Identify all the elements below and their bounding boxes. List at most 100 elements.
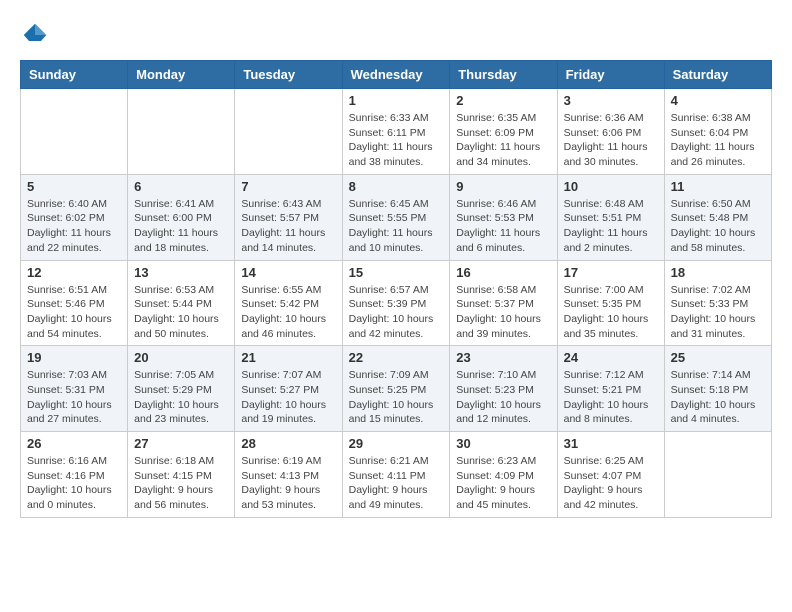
calendar-cell xyxy=(21,89,128,175)
day-info: Sunrise: 7:12 AM Sunset: 5:21 PM Dayligh… xyxy=(564,368,658,427)
day-info: Sunrise: 7:09 AM Sunset: 5:25 PM Dayligh… xyxy=(349,368,444,427)
day-number: 10 xyxy=(564,179,658,194)
day-number: 11 xyxy=(671,179,765,194)
day-info: Sunrise: 6:36 AM Sunset: 6:06 PM Dayligh… xyxy=(564,111,658,170)
calendar-cell: 7Sunrise: 6:43 AM Sunset: 5:57 PM Daylig… xyxy=(235,174,342,260)
calendar-week-row: 19Sunrise: 7:03 AM Sunset: 5:31 PM Dayli… xyxy=(21,346,772,432)
day-info: Sunrise: 6:58 AM Sunset: 5:37 PM Dayligh… xyxy=(456,283,550,342)
day-info: Sunrise: 7:02 AM Sunset: 5:33 PM Dayligh… xyxy=(671,283,765,342)
day-number: 20 xyxy=(134,350,228,365)
page-header xyxy=(20,20,772,50)
day-number: 13 xyxy=(134,265,228,280)
calendar-cell: 9Sunrise: 6:46 AM Sunset: 5:53 PM Daylig… xyxy=(450,174,557,260)
day-number: 9 xyxy=(456,179,550,194)
calendar-cell: 1 Sunrise: 6:33 AM Sunset: 6:11 PM Daylig… xyxy=(342,89,450,175)
calendar-header-row: SundayMondayTuesdayWednesdayThursdayFrid… xyxy=(21,61,772,89)
calendar-week-row: 12 Sunrise: 6:51 AM Sunset: 5:46 PM Dayli… xyxy=(21,260,772,346)
day-header-monday: Monday xyxy=(128,61,235,89)
day-number: 27 xyxy=(134,436,228,451)
calendar-cell: 29 Sunrise: 6:21 AM Sunset: 4:11 PM Dayli… xyxy=(342,432,450,518)
day-number: 19 xyxy=(27,350,121,365)
calendar-cell: 3 Sunrise: 6:36 AM Sunset: 6:06 PM Daylig… xyxy=(557,89,664,175)
day-info: Sunrise: 7:14 AM Sunset: 5:18 PM Dayligh… xyxy=(671,368,765,427)
calendar-cell: 12 Sunrise: 6:51 AM Sunset: 5:46 PM Dayli… xyxy=(21,260,128,346)
day-number: 28 xyxy=(241,436,335,451)
calendar-cell: 21 Sunrise: 7:07 AM Sunset: 5:27 PM Dayli… xyxy=(235,346,342,432)
calendar-cell: 11 Sunrise: 6:50 AM Sunset: 5:48 PM Dayli… xyxy=(664,174,771,260)
day-info: Sunrise: 6:23 AM Sunset: 4:09 PM Dayligh… xyxy=(456,454,550,513)
calendar-cell: 8 Sunrise: 6:45 AM Sunset: 5:55 PM Daylig… xyxy=(342,174,450,260)
day-info: Sunrise: 6:18 AM Sunset: 4:15 PM Dayligh… xyxy=(134,454,228,513)
day-number: 29 xyxy=(349,436,444,451)
calendar-cell xyxy=(235,89,342,175)
calendar-cell: 31Sunrise: 6:25 AM Sunset: 4:07 PM Dayli… xyxy=(557,432,664,518)
calendar-cell: 5 Sunrise: 6:40 AM Sunset: 6:02 PM Daylig… xyxy=(21,174,128,260)
day-info: Sunrise: 7:05 AM Sunset: 5:29 PM Dayligh… xyxy=(134,368,228,427)
day-number: 1 xyxy=(349,93,444,108)
day-number: 26 xyxy=(27,436,121,451)
day-number: 2 xyxy=(456,93,550,108)
day-number: 5 xyxy=(27,179,121,194)
calendar-cell: 19Sunrise: 7:03 AM Sunset: 5:31 PM Dayli… xyxy=(21,346,128,432)
day-number: 15 xyxy=(349,265,444,280)
day-info: Sunrise: 6:50 AM Sunset: 5:48 PM Dayligh… xyxy=(671,197,765,256)
day-info: Sunrise: 6:16 AM Sunset: 4:16 PM Dayligh… xyxy=(27,454,121,513)
day-number: 25 xyxy=(671,350,765,365)
day-info: Sunrise: 6:53 AM Sunset: 5:44 PM Dayligh… xyxy=(134,283,228,342)
day-number: 14 xyxy=(241,265,335,280)
day-header-sunday: Sunday xyxy=(21,61,128,89)
calendar-cell xyxy=(128,89,235,175)
day-number: 6 xyxy=(134,179,228,194)
calendar-cell: 6 Sunrise: 6:41 AM Sunset: 6:00 PM Daylig… xyxy=(128,174,235,260)
day-info: Sunrise: 6:40 AM Sunset: 6:02 PM Dayligh… xyxy=(27,197,121,256)
day-info: Sunrise: 6:35 AM Sunset: 6:09 PM Dayligh… xyxy=(456,111,550,170)
calendar-cell: 2 Sunrise: 6:35 AM Sunset: 6:09 PM Daylig… xyxy=(450,89,557,175)
day-header-friday: Friday xyxy=(557,61,664,89)
calendar-week-row: 5 Sunrise: 6:40 AM Sunset: 6:02 PM Daylig… xyxy=(21,174,772,260)
calendar-week-row: 26 Sunrise: 6:16 AM Sunset: 4:16 PM Dayli… xyxy=(21,432,772,518)
day-info: Sunrise: 6:19 AM Sunset: 4:13 PM Dayligh… xyxy=(241,454,335,513)
calendar-cell: 26 Sunrise: 6:16 AM Sunset: 4:16 PM Dayli… xyxy=(21,432,128,518)
calendar-cell xyxy=(664,432,771,518)
calendar-cell: 4 Sunrise: 6:38 AM Sunset: 6:04 PM Daylig… xyxy=(664,89,771,175)
day-info: Sunrise: 6:41 AM Sunset: 6:00 PM Dayligh… xyxy=(134,197,228,256)
calendar-cell: 27 Sunrise: 6:18 AM Sunset: 4:15 PM Dayli… xyxy=(128,432,235,518)
calendar-cell: 23 Sunrise: 7:10 AM Sunset: 5:23 PM Dayli… xyxy=(450,346,557,432)
calendar-cell: 24 Sunrise: 7:12 AM Sunset: 5:21 PM Dayli… xyxy=(557,346,664,432)
calendar-cell: 10 Sunrise: 6:48 AM Sunset: 5:51 PM Dayli… xyxy=(557,174,664,260)
calendar-cell: 20 Sunrise: 7:05 AM Sunset: 5:29 PM Dayli… xyxy=(128,346,235,432)
calendar-cell: 16Sunrise: 6:58 AM Sunset: 5:37 PM Dayli… xyxy=(450,260,557,346)
day-info: Sunrise: 7:10 AM Sunset: 5:23 PM Dayligh… xyxy=(456,368,550,427)
day-info: Sunrise: 6:33 AM Sunset: 6:11 PM Dayligh… xyxy=(349,111,444,170)
calendar-cell: 25 Sunrise: 7:14 AM Sunset: 5:18 PM Dayli… xyxy=(664,346,771,432)
day-number: 23 xyxy=(456,350,550,365)
day-info: Sunrise: 6:25 AM Sunset: 4:07 PM Dayligh… xyxy=(564,454,658,513)
day-header-thursday: Thursday xyxy=(450,61,557,89)
day-number: 30 xyxy=(456,436,550,451)
day-number: 3 xyxy=(564,93,658,108)
day-info: Sunrise: 6:21 AM Sunset: 4:11 PM Dayligh… xyxy=(349,454,444,513)
day-info: Sunrise: 6:51 AM Sunset: 5:46 PM Dayligh… xyxy=(27,283,121,342)
calendar-cell: 28 Sunrise: 6:19 AM Sunset: 4:13 PM Dayli… xyxy=(235,432,342,518)
day-number: 24 xyxy=(564,350,658,365)
day-info: Sunrise: 6:43 AM Sunset: 5:57 PM Dayligh… xyxy=(241,197,335,256)
day-info: Sunrise: 6:38 AM Sunset: 6:04 PM Dayligh… xyxy=(671,111,765,170)
day-number: 4 xyxy=(671,93,765,108)
day-info: Sunrise: 6:48 AM Sunset: 5:51 PM Dayligh… xyxy=(564,197,658,256)
day-number: 12 xyxy=(27,265,121,280)
day-info: Sunrise: 6:57 AM Sunset: 5:39 PM Dayligh… xyxy=(349,283,444,342)
day-info: Sunrise: 7:00 AM Sunset: 5:35 PM Dayligh… xyxy=(564,283,658,342)
day-info: Sunrise: 7:07 AM Sunset: 5:27 PM Dayligh… xyxy=(241,368,335,427)
calendar-cell: 15 Sunrise: 6:57 AM Sunset: 5:39 PM Dayli… xyxy=(342,260,450,346)
day-number: 8 xyxy=(349,179,444,194)
day-info: Sunrise: 6:45 AM Sunset: 5:55 PM Dayligh… xyxy=(349,197,444,256)
logo xyxy=(20,20,54,50)
day-number: 21 xyxy=(241,350,335,365)
calendar-cell: 22Sunrise: 7:09 AM Sunset: 5:25 PM Dayli… xyxy=(342,346,450,432)
day-number: 17 xyxy=(564,265,658,280)
logo-icon xyxy=(20,20,50,50)
calendar-cell: 14 Sunrise: 6:55 AM Sunset: 5:42 PM Dayli… xyxy=(235,260,342,346)
calendar-cell: 17 Sunrise: 7:00 AM Sunset: 5:35 PM Dayli… xyxy=(557,260,664,346)
day-info: Sunrise: 6:55 AM Sunset: 5:42 PM Dayligh… xyxy=(241,283,335,342)
day-header-tuesday: Tuesday xyxy=(235,61,342,89)
